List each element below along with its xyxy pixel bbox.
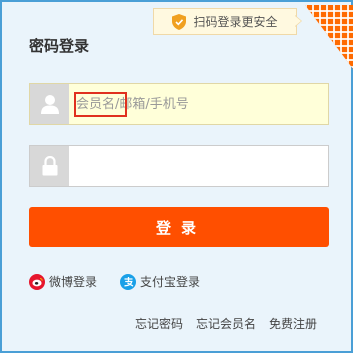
user-icon <box>30 84 69 124</box>
alipay-icon <box>120 273 136 290</box>
weibo-icon <box>29 273 45 290</box>
weibo-login-label: 微博登录 <box>49 275 98 289</box>
forgot-username-link[interactable]: 忘记会员名 <box>196 315 256 332</box>
qr-login-tip[interactable]: 扫码登录更安全 <box>153 8 297 35</box>
password-input[interactable] <box>72 146 326 186</box>
shield-icon <box>172 13 187 30</box>
qr-code-pattern <box>305 5 353 69</box>
page-title: 密码登录 <box>29 37 90 55</box>
tip-arrow-inner <box>295 16 301 26</box>
login-button[interactable]: 登录 <box>29 207 329 247</box>
qr-tip-text: 扫码登录更安全 <box>193 15 278 29</box>
highlight-box <box>74 92 127 117</box>
forgot-password-link[interactable]: 忘记密码 <box>135 315 183 332</box>
footer-links: 忘记密码 忘记会员名 免费注册 <box>135 315 317 332</box>
login-panel: 密码登录 扫码登录更安全 登录 <box>0 0 353 353</box>
register-link[interactable]: 免费注册 <box>269 315 317 332</box>
lock-icon <box>30 146 69 186</box>
weibo-login-link[interactable]: 微博登录 <box>29 273 97 290</box>
password-field <box>29 145 329 187</box>
alipay-login-link[interactable]: 支付宝登录 <box>120 273 200 290</box>
alipay-login-label: 支付宝登录 <box>140 275 201 289</box>
